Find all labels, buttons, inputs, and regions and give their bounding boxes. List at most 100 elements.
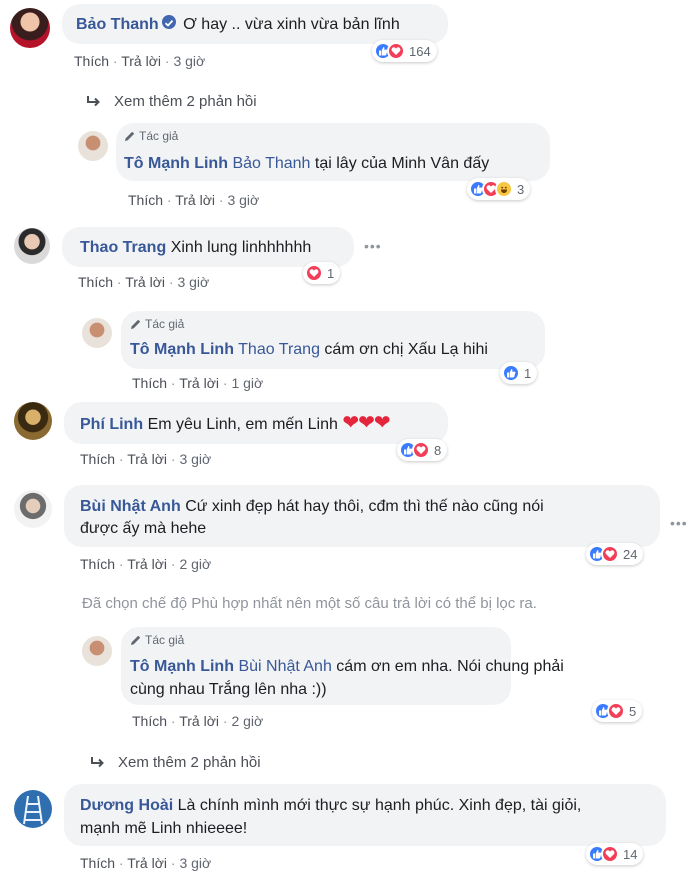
reply-actions: Thích · Trả lời · 2 giờ xyxy=(132,713,264,729)
reply-link[interactable]: Trả lời xyxy=(179,713,219,729)
heart-emoji-icon: ❤❤❤ xyxy=(342,412,390,434)
reply-body: cám ơn em nha. Nói chung phải xyxy=(336,658,564,675)
reply-body: cám ơn chị Xấu Lạ hihi xyxy=(324,341,488,358)
comment-body: Em yêu Linh, em mến Linh xyxy=(147,416,338,433)
commenter-name[interactable]: Tô Mạnh Linh xyxy=(130,341,234,358)
commenter-name[interactable]: Phí Linh xyxy=(80,416,143,433)
reaction-count: 24 xyxy=(623,546,638,562)
comment-body: Là chính mình mới thực sự hạnh phúc. Xin… xyxy=(177,797,582,814)
comment-text: Phí Linh Em yêu Linh, em mến Linh ❤❤❤ xyxy=(80,412,391,435)
verified-badge-icon xyxy=(161,15,176,29)
reaction-count: 1 xyxy=(327,265,335,281)
reaction-count: 164 xyxy=(409,43,431,59)
options-ellipsis-icon[interactable]: ••• xyxy=(670,515,688,531)
timestamp[interactable]: 2 giờ xyxy=(179,556,211,572)
timestamp[interactable]: 3 giờ xyxy=(173,53,205,69)
author-tag-label: Tác giả xyxy=(145,317,185,331)
reply-link[interactable]: Trả lời xyxy=(127,855,167,871)
like-link[interactable]: Thích xyxy=(132,375,167,391)
avatar[interactable] xyxy=(14,402,52,440)
love-reaction-icon xyxy=(412,441,430,459)
comment-text-line: được ấy mà hehe xyxy=(80,520,207,537)
timestamp[interactable]: 3 giờ xyxy=(227,192,259,208)
comment-text-line: mạnh mẽ Linh nhieeee! xyxy=(80,820,248,837)
like-link[interactable]: Thích xyxy=(128,192,163,208)
commenter-name[interactable]: Dương Hoài xyxy=(80,797,173,814)
reaction-count: 14 xyxy=(623,846,638,862)
like-link[interactable]: Thích xyxy=(132,713,167,729)
timestamp[interactable]: 3 giờ xyxy=(179,451,211,467)
like-link[interactable]: Thích xyxy=(80,855,115,871)
like-link[interactable]: Thích xyxy=(74,53,109,69)
comment-text: Bùi Nhật Anh Cứ xinh đẹp hát hay thôi, c… xyxy=(80,496,544,517)
reaction-summary[interactable]: 8 xyxy=(397,439,448,461)
reply-link[interactable]: Trả lời xyxy=(125,274,165,290)
reply-actions: Thích · Trả lời · 1 giờ xyxy=(132,375,264,391)
timestamp[interactable]: 3 giờ xyxy=(177,274,209,290)
avatar[interactable] xyxy=(10,8,50,48)
avatar[interactable] xyxy=(82,318,112,348)
reaction-summary[interactable]: 164 xyxy=(372,40,437,62)
reply-link[interactable]: Trả lời xyxy=(127,451,167,467)
reaction-summary[interactable]: 5 xyxy=(592,700,643,722)
comment-actions: Thích · Trả lời · 3 giờ xyxy=(74,53,206,69)
reaction-summary[interactable]: 1 xyxy=(303,262,341,284)
commenter-name[interactable]: Bùi Nhật Anh xyxy=(80,498,181,515)
reply-arrow-icon xyxy=(87,95,100,106)
pencil-icon xyxy=(131,635,141,645)
avatar[interactable] xyxy=(78,131,108,161)
love-reaction-icon xyxy=(601,545,619,563)
reaction-summary[interactable]: 3 xyxy=(467,178,531,200)
comment-text: Bảo Thanh Ơ hay .. vừa xinh vừa bản lĩnh xyxy=(76,14,400,35)
reply-link[interactable]: Trả lời xyxy=(175,192,215,208)
view-more-replies-label: Xem thêm 2 phản hồi xyxy=(118,754,261,771)
options-ellipsis-icon[interactable]: ••• xyxy=(364,238,382,254)
comment-body: Cứ xinh đẹp hát hay thôi, cđm thì thế nà… xyxy=(185,498,544,515)
reply-link[interactable]: Trả lời xyxy=(127,556,167,572)
mention-link[interactable]: Bùi Nhật Anh xyxy=(238,658,331,675)
like-link[interactable]: Thích xyxy=(78,274,113,290)
pencil-icon xyxy=(125,131,135,141)
mention-link[interactable]: Bảo Thanh xyxy=(232,155,310,172)
comment-text: Dương Hoài Là chính mình mới thực sự hạn… xyxy=(80,795,581,816)
reply-text: Tô Mạnh Linh Bùi Nhật Anh cám ơn em nha.… xyxy=(130,656,564,677)
commenter-name[interactable]: Bảo Thanh xyxy=(76,16,159,33)
filter-notice: Đã chọn chế độ Phù hợp nhất nên một số c… xyxy=(82,595,537,612)
timestamp[interactable]: 3 giờ xyxy=(179,855,211,871)
commenter-name[interactable]: Tô Mạnh Linh xyxy=(130,658,234,675)
reply-arrow-icon xyxy=(91,756,104,767)
comment-actions: Thích · Trả lời · 2 giờ xyxy=(80,556,212,572)
view-more-replies-label: Xem thêm 2 phản hồi xyxy=(114,93,257,110)
reply-text: Tô Mạnh Linh Bảo Thanh tại lây của Minh … xyxy=(124,153,489,174)
avatar[interactable] xyxy=(82,636,112,666)
commenter-name[interactable]: Tô Mạnh Linh xyxy=(124,155,228,172)
reaction-summary[interactable]: 24 xyxy=(586,543,644,565)
timestamp[interactable]: 1 giờ xyxy=(231,375,263,391)
reaction-summary[interactable]: 14 xyxy=(586,843,644,865)
reply-link[interactable]: Trả lời xyxy=(121,53,161,69)
timestamp[interactable]: 2 giờ xyxy=(231,713,263,729)
view-more-replies[interactable]: Xem thêm 2 phản hồi xyxy=(86,93,257,110)
reply-link[interactable]: Trả lời xyxy=(179,375,219,391)
love-reaction-icon xyxy=(607,702,625,720)
reaction-count: 1 xyxy=(524,365,532,381)
author-tag: Tác giả xyxy=(124,129,178,143)
avatar[interactable] xyxy=(14,790,52,828)
view-more-replies[interactable]: Xem thêm 2 phản hồi xyxy=(90,754,261,771)
comment-text: Thao Trang Xinh lung linhhhhhh xyxy=(80,237,311,258)
like-link[interactable]: Thích xyxy=(80,556,115,572)
like-link[interactable]: Thích xyxy=(80,451,115,467)
author-tag: Tác giả xyxy=(130,633,184,647)
reply-body: tại lây của Minh Vân đấy xyxy=(314,155,490,172)
comment-body: Xinh lung linhhhhhh xyxy=(170,239,312,256)
reaction-count: 5 xyxy=(629,703,637,719)
comment-actions: Thích · Trả lời · 3 giờ xyxy=(78,274,210,290)
avatar[interactable] xyxy=(14,490,52,528)
reaction-summary[interactable]: 1 xyxy=(500,362,538,384)
mention-link[interactable]: Thao Trang xyxy=(238,341,320,358)
commenter-name[interactable]: Thao Trang xyxy=(80,239,166,256)
like-reaction-icon xyxy=(502,364,520,382)
pencil-icon xyxy=(131,319,141,329)
avatar[interactable] xyxy=(14,228,50,264)
love-reaction-icon xyxy=(387,42,405,60)
